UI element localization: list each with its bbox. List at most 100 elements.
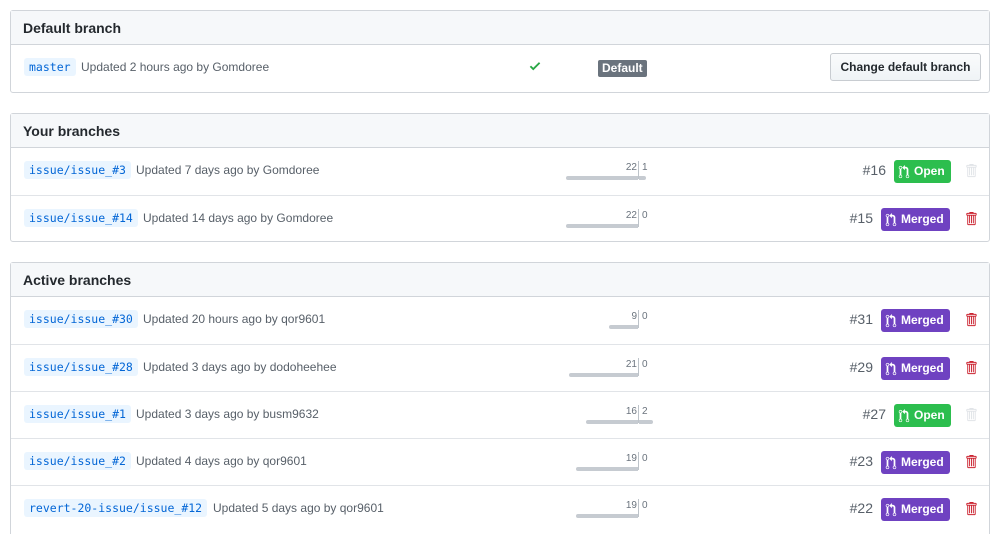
branch-row: issue/issue_#1 Updated 3 days ago by busm…: [11, 391, 989, 438]
section-title: Your branches: [23, 122, 120, 139]
branch-row: issue/issue_#3 Updated 7 days ago by Gomd…: [11, 148, 989, 195]
behind-bar: [586, 420, 638, 424]
trash-icon[interactable]: [965, 501, 977, 516]
pull-request-state-badge[interactable]: Merged: [881, 451, 950, 474]
pull-request-number-link[interactable]: #31: [850, 311, 873, 327]
your-branches-header: Your branches: [11, 114, 989, 148]
ahead-behind-graph: 21 0: [566, 358, 656, 378]
branch-name-link[interactable]: issue/issue_#30: [24, 310, 138, 328]
branch-updated-text: Updated 20 hours ago by qor9601: [143, 312, 326, 326]
ahead-count: 1: [642, 162, 648, 173]
behind-bar: [576, 467, 638, 471]
default-branch-box: Default branch master Updated 2 hours ag…: [10, 10, 990, 93]
pull-request-state-label: Open: [914, 164, 945, 178]
graph-divider: [638, 358, 639, 376]
branch-list: issue/issue_#30 Updated 20 hours ago by q…: [11, 297, 989, 532]
branch-updated-text: Updated 3 days ago by busm9632: [136, 407, 319, 421]
pull-request-state-label: Open: [914, 408, 945, 422]
change-default-branch-button[interactable]: Change default branch: [830, 53, 981, 81]
branch-updated-text: Updated 14 days ago by Gomdoree: [143, 211, 334, 225]
ahead-count: 0: [642, 453, 648, 464]
active-branches-box: Active branches issue/issue_#30 Updated 2…: [10, 262, 990, 534]
check-icon: [529, 62, 541, 71]
pull-request-number-link[interactable]: #16: [863, 162, 886, 178]
default-label: Default: [598, 60, 647, 77]
branch-name-link[interactable]: issue/issue_#28: [24, 358, 138, 376]
ahead-behind-graph: 90: [566, 310, 656, 330]
pull-request-state-badge[interactable]: Merged: [881, 208, 950, 231]
pull-request-state-label: Merged: [901, 313, 944, 327]
graph-divider: [638, 209, 639, 227]
behind-bar: [576, 514, 638, 518]
behind-count: 19: [625, 453, 637, 464]
behind-bar: [569, 373, 638, 377]
ahead-count: 0: [642, 210, 648, 221]
ahead-behind-graph: 19 0: [566, 499, 656, 519]
behind-count: 9: [631, 311, 637, 322]
branch-row: issue/issue_#14 Updated 14 days ago by Go…: [11, 195, 989, 242]
pull-request-number-link[interactable]: #29: [850, 359, 873, 375]
graph-divider: [638, 452, 639, 470]
git-pull-request-icon: [885, 313, 897, 327]
branch-row-master: master Updated 2 hours ago by Gomdoree D…: [11, 45, 989, 92]
trash-icon[interactable]: [965, 360, 977, 375]
git-pull-request-icon: [885, 502, 897, 516]
ahead-behind-graph: 22 0: [566, 209, 656, 229]
trash-icon[interactable]: [965, 312, 977, 327]
git-pull-request-icon: [898, 408, 910, 422]
branch-name-link[interactable]: issue/issue_#14: [24, 209, 138, 227]
behind-count: 19: [625, 500, 637, 511]
branch-name-link[interactable]: issue/issue_#2: [24, 452, 131, 470]
trash-icon[interactable]: [965, 454, 977, 469]
behind-count: 22: [625, 162, 637, 173]
pull-request-state-badge[interactable]: Merged: [881, 498, 950, 521]
pull-request-number-link[interactable]: #27: [863, 406, 886, 422]
ahead-behind-graph: 19 0: [566, 452, 656, 472]
your-branches-box: Your branches issue/issue_#3 Updated 7 da…: [10, 113, 990, 242]
active-branches-header: Active branches: [11, 263, 989, 297]
behind-bar: [609, 325, 638, 329]
behind-count: 16: [625, 406, 637, 417]
pull-request-state-label: Merged: [901, 361, 944, 375]
git-pull-request-icon: [885, 361, 897, 375]
branch-name-link[interactable]: revert-20-issue/issue_#12: [24, 499, 208, 517]
pull-request-state-badge[interactable]: Merged: [881, 357, 950, 380]
pull-request-state-badge[interactable]: Merged: [881, 309, 950, 332]
branch-updated-text: Updated 4 days ago by qor9601: [136, 454, 307, 468]
ahead-count: 2: [642, 406, 648, 417]
git-pull-request-icon: [885, 455, 897, 469]
ahead-count: 0: [642, 311, 648, 322]
trash-icon: [966, 163, 977, 178]
branch-updated-text: Updated 5 days ago by qor9601: [213, 501, 384, 515]
behind-bar: [566, 176, 638, 180]
graph-divider: [638, 499, 639, 517]
pull-request-state-label: Merged: [901, 212, 944, 226]
pull-request-state-badge[interactable]: Open: [894, 160, 951, 183]
branch-list: issue/issue_#3 Updated 7 days ago by Gomd…: [11, 148, 989, 242]
behind-count: 21: [625, 359, 637, 370]
pull-request-state-label: Merged: [901, 455, 944, 469]
pull-request-number-link[interactable]: #22: [850, 500, 873, 516]
trash-icon: [966, 407, 977, 422]
branch-name-link[interactable]: issue/issue_#1: [24, 405, 131, 423]
ahead-behind-graph: 22 1: [566, 161, 656, 181]
branch-updated-text: Updated 3 days ago by dodoheehee: [143, 360, 337, 374]
ahead-bar: [639, 176, 646, 180]
branch-row: revert-20-issue/issue_#12 Updated 5 days …: [11, 485, 989, 532]
branch-name-link[interactable]: issue/issue_#3: [24, 161, 131, 179]
ahead-behind-graph: 16 2: [566, 405, 656, 425]
git-pull-request-icon: [898, 164, 910, 178]
branch-row: issue/issue_#28 Updated 3 days ago by dod…: [11, 344, 989, 391]
pull-request-number-link[interactable]: #15: [850, 210, 873, 226]
trash-icon[interactable]: [965, 211, 977, 226]
behind-count: 22: [625, 210, 637, 221]
ahead-count: 0: [642, 359, 648, 370]
section-title: Default branch: [23, 19, 122, 36]
branch-updated-text: Updated 2 hours ago by Gomdoree: [81, 60, 270, 74]
pull-request-number-link[interactable]: #23: [850, 453, 873, 469]
branch-name-link[interactable]: master: [24, 58, 76, 76]
branch-updated-text: Updated 7 days ago by Gomdoree: [136, 163, 320, 177]
ahead-bar: [639, 420, 653, 424]
pull-request-state-badge[interactable]: Open: [894, 404, 951, 427]
default-branch-header: Default branch: [11, 11, 989, 45]
